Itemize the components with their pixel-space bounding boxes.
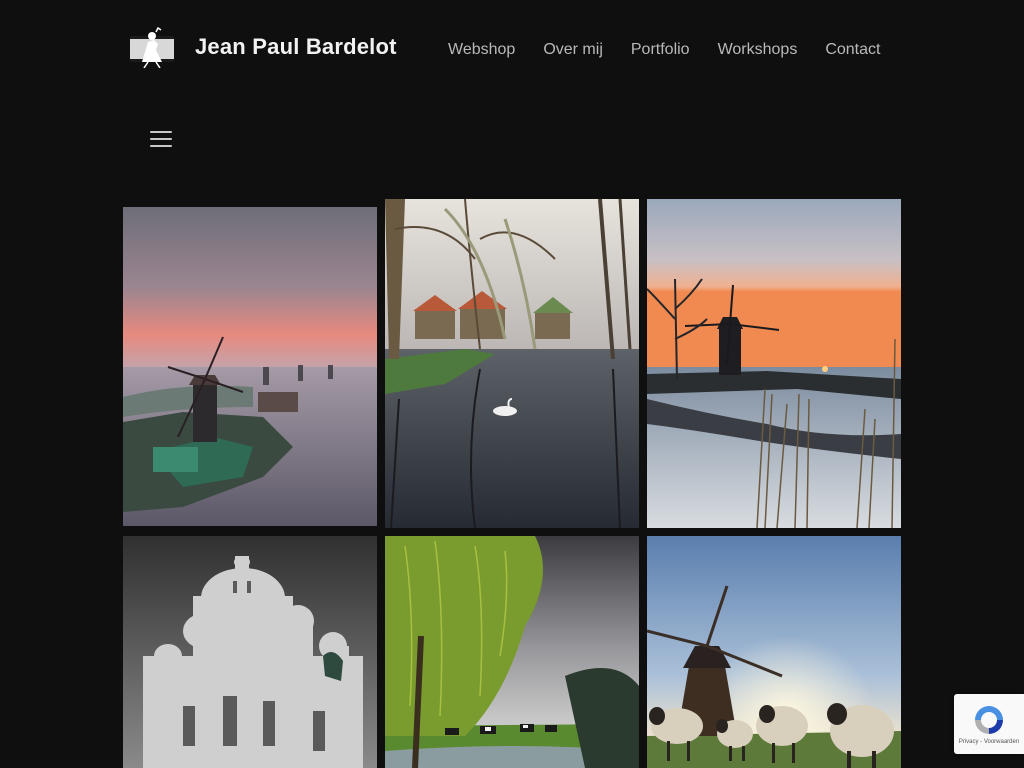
recaptcha-links: Privacy - Voorwaarden [954,739,1024,745]
photo-sheep-windmill[interactable] [647,536,901,768]
site-title[interactable]: Jean Paul Bardelot [195,34,397,60]
nav-contact[interactable]: Contact [825,40,880,60]
photo-windmill-frozen-river[interactable] [647,199,901,528]
hamburger-menu-icon[interactable] [150,131,172,147]
nav-workshops[interactable]: Workshops [718,40,798,60]
photo-sacre-coeur[interactable] [123,536,377,768]
photographer-camera-logo[interactable] [128,26,176,68]
recaptcha-icon [975,706,1003,734]
page: Jean Paul Bardelot Webshop Over mij Port… [0,0,1024,768]
nav-over-mij[interactable]: Over mij [543,40,603,60]
nav-webshop[interactable]: Webshop [448,40,515,60]
nav-portfolio[interactable]: Portfolio [631,40,690,60]
photo-willow-cows[interactable] [385,536,639,768]
recaptcha-badge[interactable]: Privacy - Voorwaarden [954,694,1024,754]
recaptcha-privacy-link[interactable]: Privacy [959,739,979,745]
photo-windmill-sunrise[interactable] [123,207,377,526]
main-nav: Webshop Over mij Portfolio Workshops Con… [448,40,880,60]
photo-swan-canal[interactable] [385,199,639,528]
recaptcha-terms-link[interactable]: Voorwaarden [984,739,1019,745]
